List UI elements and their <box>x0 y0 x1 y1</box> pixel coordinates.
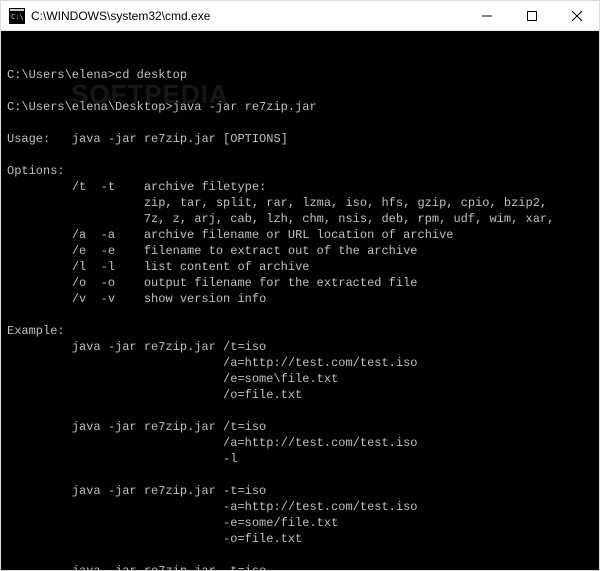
terminal-line: /a=http://test.com/test.iso <box>7 356 417 370</box>
terminal-line: /a=http://test.com/test.iso <box>7 436 417 450</box>
terminal-line: 7z, z, arj, cab, lzh, chm, nsis, deb, rp… <box>7 212 554 226</box>
terminal-line: java -jar re7zip.jar /t=iso <box>7 420 266 434</box>
svg-text:C:\: C:\ <box>11 13 24 21</box>
window-controls <box>464 1 599 30</box>
terminal-line: /t -t archive filetype: <box>7 180 266 194</box>
cmd-window: C:\ C:\WINDOWS\system32\cmd.exe SOFTPEDI… <box>0 0 600 571</box>
terminal-line: /o -o output filename for the extracted … <box>7 276 418 290</box>
terminal-line: /v -v show version info <box>7 292 266 306</box>
terminal-line: Usage: java -jar re7zip.jar [OPTIONS] <box>7 132 288 146</box>
terminal-line: -a=http://test.com/test.iso <box>7 500 417 514</box>
terminal-line: java -jar re7zip.jar /t=iso <box>7 340 266 354</box>
terminal-line: /a -a archive filename or URL location o… <box>7 228 454 242</box>
terminal-line: C:\Users\elena\Desktop>java -jar re7zip.… <box>7 100 317 114</box>
terminal-line: Example: <box>7 324 65 338</box>
minimize-button[interactable] <box>464 1 509 30</box>
terminal-line: C:\Users\elena>cd desktop <box>7 68 187 82</box>
terminal-line: /o=file.txt <box>7 388 302 402</box>
terminal-line: zip, tar, split, rar, lzma, iso, hfs, gz… <box>7 196 547 210</box>
terminal-line: Options: <box>7 164 65 178</box>
cmd-icon: C:\ <box>9 8 25 24</box>
window-title: C:\WINDOWS\system32\cmd.exe <box>31 9 464 23</box>
terminal-line: java -jar re7zip.jar -t=iso <box>7 564 266 570</box>
terminal-line: java -jar re7zip.jar -t=iso <box>7 484 266 498</box>
terminal-line: /e=some\file.txt <box>7 372 338 386</box>
terminal-line: /e -e filename to extract out of the arc… <box>7 244 418 258</box>
close-button[interactable] <box>554 1 599 30</box>
terminal-line: -o=file.txt <box>7 532 302 546</box>
terminal-line: -l <box>7 452 237 466</box>
titlebar[interactable]: C:\ C:\WINDOWS\system32\cmd.exe <box>1 1 599 31</box>
terminal-area[interactable]: SOFTPEDIA C:\Users\elena>cd desktop C:\U… <box>1 31 599 570</box>
terminal-line: -e=some/file.txt <box>7 516 338 530</box>
terminal-line: /l -l list content of archive <box>7 260 309 274</box>
maximize-button[interactable] <box>509 1 554 30</box>
